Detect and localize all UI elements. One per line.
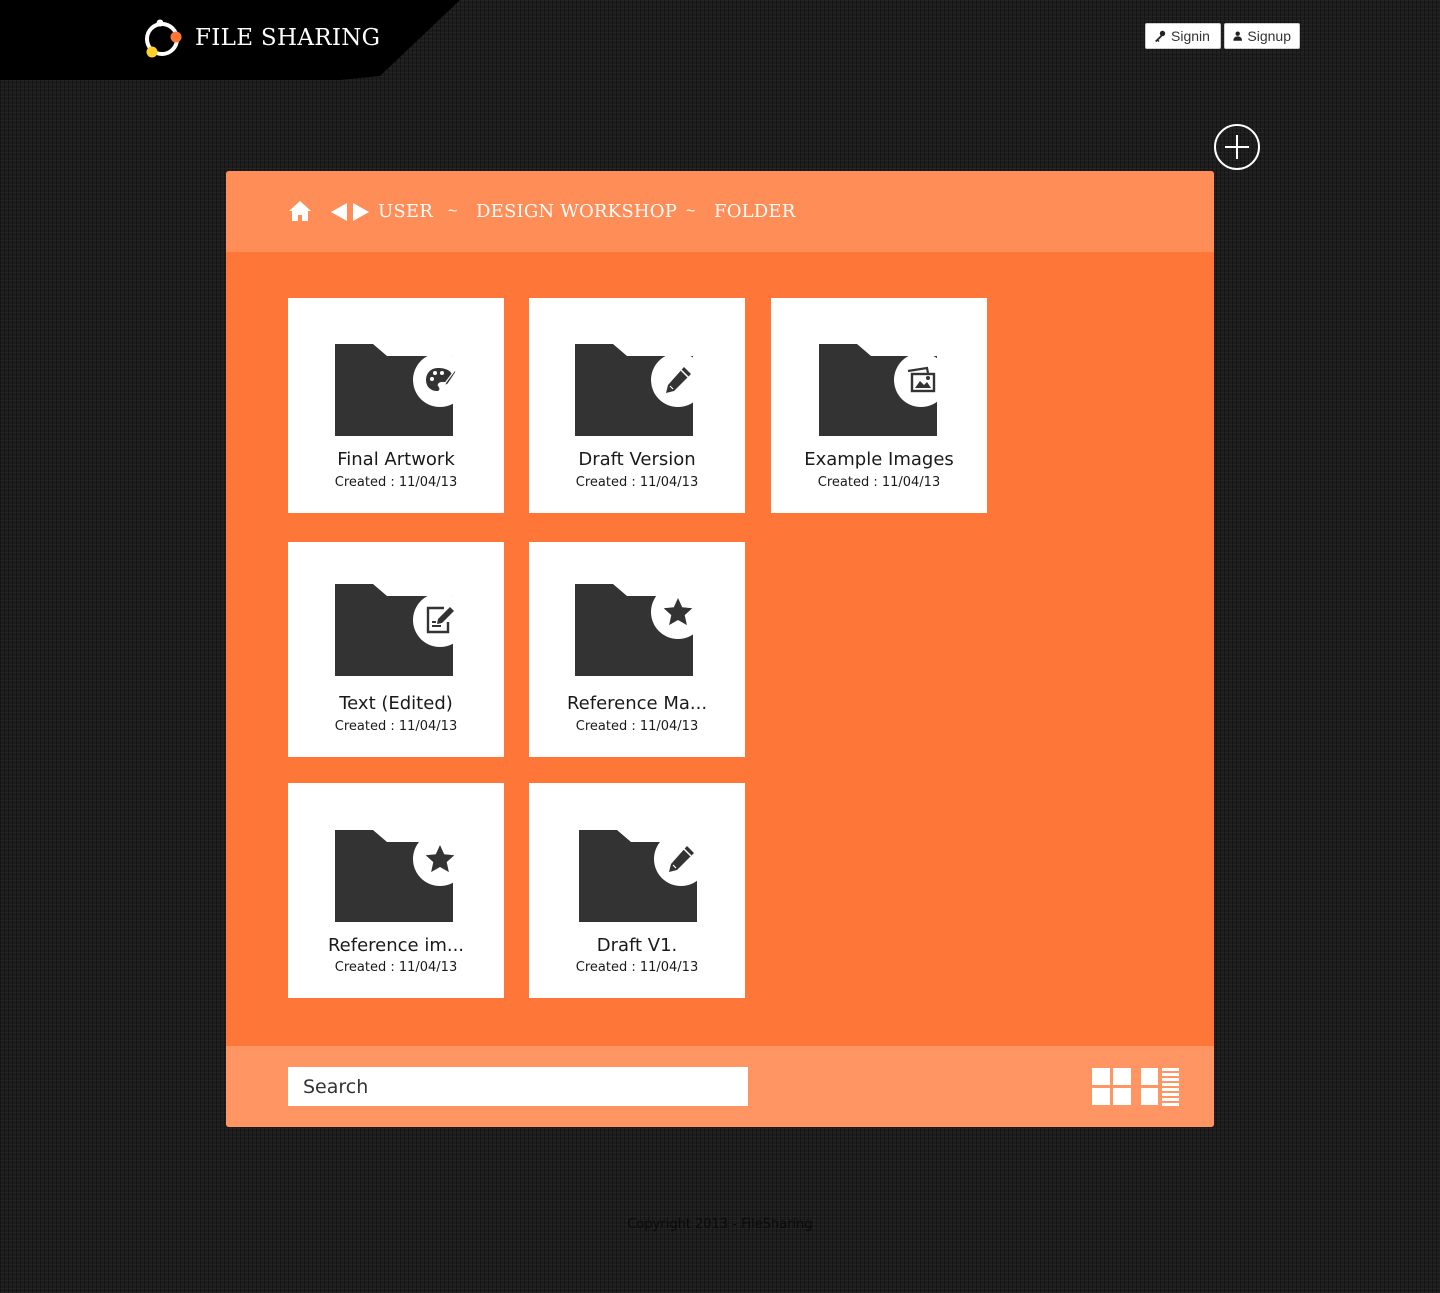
- folder-date: Created : 11/04/13: [575, 475, 699, 490]
- breadcrumb-item-user[interactable]: USER: [378, 201, 433, 222]
- folder-tile[interactable]: Reference im... Created : 11/04/13: [288, 783, 504, 998]
- user-icon: [1233, 31, 1243, 41]
- signin-label: Signin: [1171, 28, 1210, 44]
- logo-icon[interactable]: [140, 17, 184, 61]
- folder-badge: [651, 585, 705, 639]
- breadcrumb-separator: ~: [448, 203, 458, 220]
- pencil-icon: [666, 367, 691, 393]
- folder-badge: [413, 832, 467, 886]
- panel-footer: [226, 1046, 1214, 1127]
- star-icon: [425, 845, 455, 873]
- key-icon: [1155, 30, 1166, 42]
- folder-badge: [651, 353, 705, 407]
- folder-tile[interactable]: Reference Ma... Created : 11/04/13: [529, 542, 745, 757]
- breadcrumb-separator: ~: [686, 203, 696, 220]
- breadcrumb: USER ~ DESIGN WORKSHOP ~ FOLDER: [226, 171, 1214, 252]
- breadcrumb-item-design-workshop[interactable]: DESIGN WORKSHOP: [476, 201, 677, 222]
- grid-view-icon[interactable]: [1092, 1068, 1132, 1106]
- folder-badge: [894, 353, 948, 407]
- folder-badge: [413, 593, 467, 647]
- folder-title: Draft Version: [578, 449, 696, 470]
- folder-tile[interactable]: Draft Version Created : 11/04/13: [529, 298, 745, 513]
- folder-date: Created : 11/04/13: [575, 719, 699, 734]
- folder-title: Text (Edited): [339, 693, 453, 714]
- signup-label: Signup: [1247, 28, 1291, 44]
- folder-tile[interactable]: Example Images Created : 11/04/13: [771, 298, 987, 513]
- folder-date: Created : 11/04/13: [817, 475, 941, 490]
- folder-tile[interactable]: Draft V1. Created : 11/04/13: [529, 783, 745, 998]
- folder-title: Example Images: [804, 449, 954, 470]
- list-view-icon[interactable]: [1141, 1068, 1181, 1106]
- star-icon: [663, 598, 693, 626]
- add-folder-button[interactable]: [1214, 124, 1260, 170]
- folder-title: Final Artwork: [337, 449, 455, 470]
- signin-button[interactable]: Signin: [1145, 23, 1221, 49]
- search-input[interactable]: [288, 1067, 748, 1106]
- signup-button[interactable]: Signup: [1224, 23, 1300, 49]
- pencil-icon: [669, 846, 694, 872]
- breadcrumb-item-folder[interactable]: FOLDER: [714, 201, 796, 222]
- folder-date: Created : 11/04/13: [334, 475, 458, 490]
- folder-badge: [413, 353, 467, 407]
- back-forward-arrows-icon[interactable]: [331, 203, 369, 221]
- folder-date: Created : 11/04/13: [334, 960, 458, 975]
- file-browser-panel: USER ~ DESIGN WORKSHOP ~ FOLDER Final Ar…: [226, 171, 1214, 1127]
- folder-badge: [654, 832, 708, 886]
- folder-date: Created : 11/04/13: [334, 719, 458, 734]
- folder-date: Created : 11/04/13: [575, 960, 699, 975]
- folder-tile[interactable]: Final Artwork Created : 11/04/13: [288, 298, 504, 513]
- edit-document-icon: [426, 606, 454, 634]
- folder-tile[interactable]: Text (Edited) Created : 11/04/13: [288, 542, 504, 757]
- copyright-text: Copyright 2013 - FileSharing: [627, 1217, 813, 1232]
- folder-title: Reference im...: [327, 935, 465, 956]
- folder-title: Reference Ma...: [566, 693, 708, 714]
- palette-icon: [426, 368, 456, 391]
- home-icon[interactable]: [288, 200, 312, 222]
- brand-title: FILE SHARING: [195, 25, 381, 51]
- folder-title: Draft V1.: [596, 935, 678, 956]
- images-icon: [907, 366, 936, 393]
